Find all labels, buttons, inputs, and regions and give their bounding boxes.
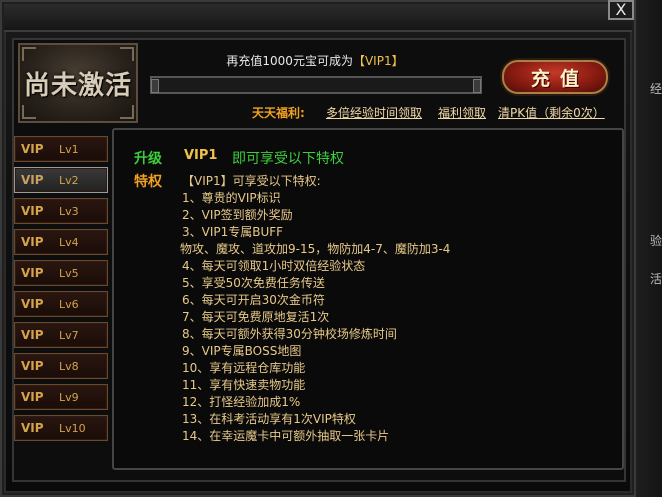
vip-level-tab-level: Lv4 bbox=[59, 236, 79, 249]
background-text-3: 活 bbox=[650, 272, 662, 286]
privilege-item: 9、VIP专属BOSS地图 bbox=[182, 344, 302, 358]
background-text-2: 验 bbox=[650, 234, 662, 248]
activation-status-badge: 尚未激活 bbox=[18, 43, 138, 123]
vip-level-tab-vip: VIP bbox=[21, 204, 44, 218]
privilege-item: 8、每天可额外获得30分钟校场修炼时间 bbox=[182, 327, 397, 341]
privilege-item: 11、享有快速卖物功能 bbox=[182, 378, 306, 392]
privilege-item: 14、在幸运魔卡中可额外抽取一张卡片 bbox=[182, 429, 390, 443]
vip-level-tab-vip: VIP bbox=[21, 173, 44, 187]
clear-pk-link[interactable]: 清PK值（剩余0次） bbox=[498, 104, 605, 121]
upgrade-text: 即可享受以下特权 bbox=[232, 151, 344, 167]
vip-level-tab-level: Lv6 bbox=[59, 298, 79, 311]
vip-level-tab[interactable]: VIP Lv6 bbox=[14, 291, 108, 317]
vip-level-tab-level: Lv7 bbox=[59, 329, 79, 342]
vip-level-tab-level: Lv9 bbox=[59, 391, 79, 404]
vip-level-tab-vip: VIP bbox=[21, 328, 44, 342]
vip-level-tab-vip: VIP bbox=[21, 235, 44, 249]
privilege-item: 物攻、魔攻、道攻加9-15，物防加4-7、魔防加3-4 bbox=[180, 242, 451, 256]
recharge-progress-bar bbox=[150, 76, 482, 94]
privilege-label: 特权 bbox=[134, 174, 162, 190]
vip-level-tab-level: Lv10 bbox=[59, 422, 86, 435]
privilege-item: 1、尊贵的VIP标识 bbox=[182, 191, 281, 205]
vip-level-tab-vip: VIP bbox=[21, 421, 44, 435]
vip-level-tab[interactable]: VIP Lv1 bbox=[14, 136, 108, 162]
vip-level-tab-level: Lv3 bbox=[59, 205, 79, 218]
privilege-item: 2、VIP签到额外奖励 bbox=[182, 208, 293, 222]
privilege-item: 10、享有远程仓库功能 bbox=[182, 361, 306, 375]
vip-level-tab-vip: VIP bbox=[21, 390, 44, 404]
privilege-item: 4、每天可领取1小时双倍经验状态 bbox=[182, 259, 366, 273]
welfare-claim-link[interactable]: 福利领取 bbox=[438, 104, 486, 121]
privilege-item: 12、打怪经验加成1% bbox=[182, 395, 301, 409]
upgrade-vip: VIP1 bbox=[184, 148, 218, 163]
vip-level-tab-vip: VIP bbox=[21, 297, 44, 311]
vip-level-tab-level: Lv2 bbox=[59, 174, 79, 187]
recharge-button-label: 充值 bbox=[530, 67, 589, 90]
privilege-panel: 升级 VIP1 即可享受以下特权 特权 【VIP1】可享受以下特权: 1、尊贵的… bbox=[112, 128, 624, 470]
vip-level-tab-level: Lv1 bbox=[59, 143, 79, 156]
vip-level-tab[interactable]: VIP Lv4 bbox=[14, 229, 108, 255]
progress-start-marker bbox=[151, 79, 159, 93]
recharge-button[interactable]: 充值 bbox=[502, 60, 608, 94]
double-exp-link[interactable]: 多倍经验时间领取 bbox=[326, 104, 422, 121]
vip-level-tab[interactable]: VIP Lv8 bbox=[14, 353, 108, 379]
privilege-item: 5、享受50次免费任务传送 bbox=[182, 276, 325, 290]
daily-welfare-label: 天天福利: bbox=[252, 106, 305, 120]
progress-end-marker bbox=[473, 79, 481, 93]
vip-level-tab[interactable]: VIP Lv3 bbox=[14, 198, 108, 224]
vip-level-tab[interactable]: VIP Lv10 bbox=[14, 415, 108, 441]
vip-level-tab[interactable]: VIP Lv5 bbox=[14, 260, 108, 286]
vip-level-tab-vip: VIP bbox=[21, 266, 44, 280]
background-text-1: 经 bbox=[650, 82, 662, 96]
recharge-hint: 再充值1000元宝可成为【VIP1】 bbox=[150, 52, 480, 69]
privilege-item: 13、在科考活动享有1次VIP特权 bbox=[182, 412, 356, 426]
vip-level-tab-level: Lv8 bbox=[59, 360, 79, 373]
privilege-item: 3、VIP1专属BUFF bbox=[182, 225, 284, 239]
privilege-intro: 【VIP1】可享受以下特权: bbox=[182, 174, 321, 188]
window-title-bar bbox=[4, 4, 632, 32]
close-button[interactable]: X bbox=[608, 0, 634, 20]
recharge-hint-prefix: 再充值1000元宝可成为 bbox=[226, 54, 353, 68]
recharge-target-vip: 【VIP1】 bbox=[352, 54, 404, 68]
vip-level-tab[interactable]: VIP Lv9 bbox=[14, 384, 108, 410]
vip-level-tab-vip: VIP bbox=[21, 359, 44, 373]
vip-level-tab-level: Lv5 bbox=[59, 267, 79, 280]
vip-level-tab[interactable]: VIP Lv7 bbox=[14, 322, 108, 348]
upgrade-label: 升级 bbox=[134, 151, 162, 167]
activation-status-text: 尚未激活 bbox=[23, 70, 132, 101]
vip-level-tab-vip: VIP bbox=[21, 142, 44, 156]
privilege-item: 7、每天可免费原地复活1次 bbox=[182, 310, 330, 324]
vip-level-tab[interactable]: VIP Lv2 bbox=[14, 167, 108, 193]
privilege-item: 6、每天可开启30次金币符 bbox=[182, 293, 325, 307]
